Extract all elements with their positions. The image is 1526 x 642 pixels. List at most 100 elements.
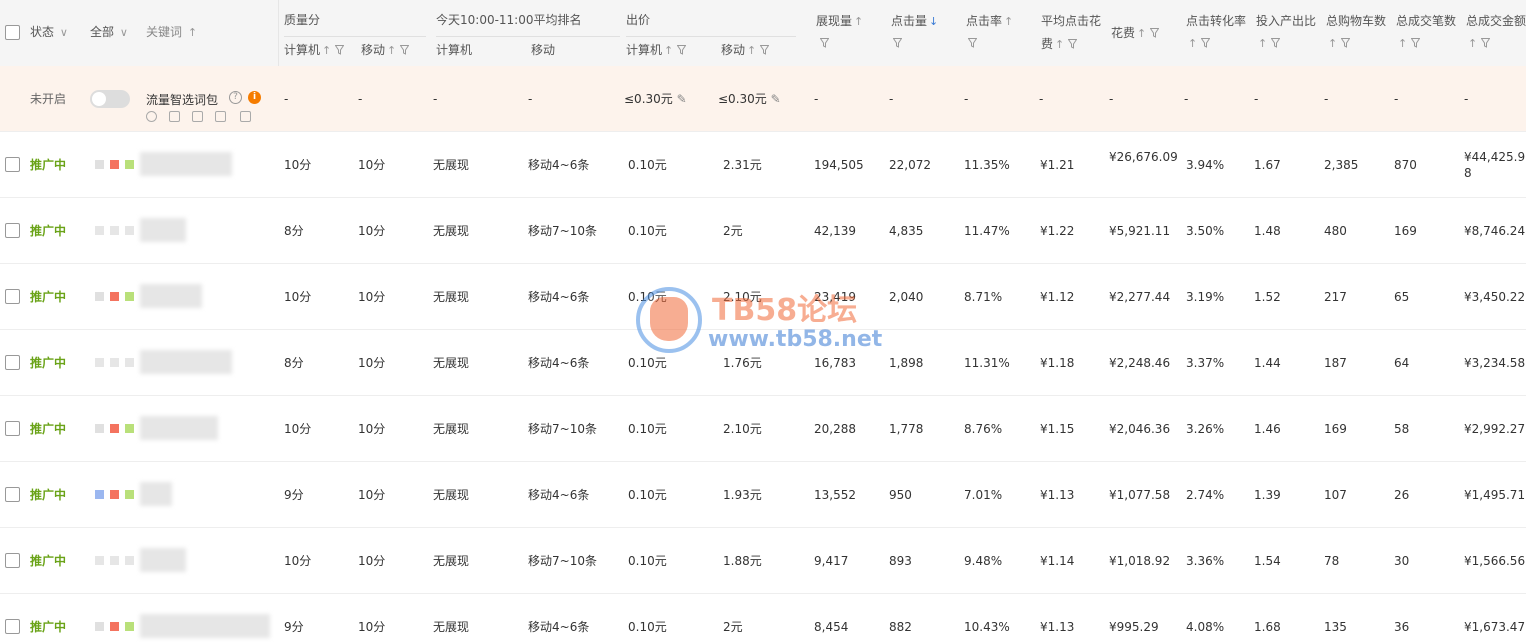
sort-up-icon[interactable]: ↑ bbox=[188, 26, 197, 39]
roi-controls[interactable]: ↑ bbox=[1256, 36, 1281, 50]
sort-down-icon[interactable]: ↓ bbox=[929, 15, 938, 28]
cart-controls[interactable]: ↑ bbox=[1326, 36, 1351, 50]
sort-up-icon[interactable]: ↑ bbox=[1137, 27, 1146, 40]
sort-up-icon[interactable]: ↑ bbox=[1398, 37, 1407, 50]
keyword-text-redacted[interactable] bbox=[140, 548, 186, 572]
row-checkbox[interactable] bbox=[5, 157, 20, 172]
sort-up-icon[interactable]: ↑ bbox=[1258, 37, 1267, 50]
keyword-text-redacted[interactable] bbox=[140, 350, 232, 374]
sort-up-icon[interactable]: ↑ bbox=[387, 44, 396, 57]
quality-mobile-cell: 10分 bbox=[358, 158, 386, 172]
sort-up-icon[interactable]: ↑ bbox=[322, 44, 331, 57]
chart-icon[interactable] bbox=[192, 111, 203, 122]
filter-icon[interactable] bbox=[760, 45, 770, 55]
sort-up-icon[interactable]: ↑ bbox=[1055, 38, 1064, 51]
keyword-text-redacted[interactable] bbox=[140, 218, 186, 242]
row-checkbox[interactable] bbox=[5, 289, 20, 304]
table-row: 推广中 9分 10分 无展现 移动4~6条 0.10元 2元 8,454 882 10.43% ¥1… bbox=[0, 594, 1526, 642]
status-badge[interactable]: 推广中 bbox=[30, 330, 66, 396]
keyword-text-redacted[interactable] bbox=[140, 152, 232, 176]
clicks-header[interactable]: 点击量 ↓ bbox=[891, 12, 938, 29]
filter-icon[interactable] bbox=[677, 45, 687, 55]
status-filter[interactable]: 状态 ∨ bbox=[30, 23, 68, 40]
sort-up-icon[interactable]: ↑ bbox=[1328, 37, 1337, 50]
sort-up-icon[interactable]: ↑ bbox=[1188, 37, 1197, 50]
select-all-checkbox[interactable] bbox=[5, 25, 20, 40]
quality-pc-cell: 8分 bbox=[284, 356, 304, 370]
orders-cell: 65 bbox=[1394, 290, 1410, 304]
filter-icon[interactable] bbox=[400, 45, 410, 55]
status-badge[interactable]: 推广中 bbox=[30, 462, 66, 528]
info-icon[interactable]: i bbox=[248, 91, 261, 104]
table-row: 推广中 10分 10分 无展现 移动7~10条 0.10元 2.10元 20,288 1,778… bbox=[0, 396, 1526, 462]
impressions-label: 展现量 bbox=[816, 14, 853, 28]
quality-header-divider bbox=[284, 36, 426, 37]
ctr-cell: 11.35% bbox=[964, 158, 1010, 172]
impressions-filter[interactable] bbox=[816, 36, 829, 50]
status-badge[interactable]: 推广中 bbox=[30, 264, 66, 330]
bar-chart-icon[interactable] bbox=[215, 111, 226, 122]
filter-icon[interactable] bbox=[1201, 38, 1211, 48]
impressions-header[interactable]: 展现量 ↑ bbox=[816, 12, 863, 29]
sort-up-icon[interactable]: ↑ bbox=[854, 15, 863, 28]
summary-bid-mobile[interactable]: ≤0.30元 ✎ bbox=[718, 66, 781, 132]
status-badge[interactable]: 推广中 bbox=[30, 594, 66, 642]
wrench-icon[interactable] bbox=[169, 111, 180, 122]
row-checkbox[interactable] bbox=[5, 619, 20, 634]
settings-icon[interactable] bbox=[146, 111, 157, 122]
filter-icon[interactable] bbox=[893, 38, 902, 48]
gmv-controls[interactable]: ↑ bbox=[1466, 36, 1491, 50]
row-checkbox[interactable] bbox=[5, 223, 20, 238]
filter-icon[interactable] bbox=[1341, 38, 1351, 48]
filter-icon[interactable] bbox=[1068, 39, 1078, 49]
row-checkbox[interactable] bbox=[5, 553, 20, 568]
keyword-text-redacted[interactable] bbox=[140, 284, 202, 308]
edit-icon[interactable]: ✎ bbox=[673, 92, 687, 106]
quality-mobile-header[interactable]: 移动 ↑ bbox=[361, 41, 410, 58]
filter-icon[interactable] bbox=[820, 38, 829, 48]
impressions-cell: 42,139 bbox=[814, 224, 856, 238]
row-checkbox[interactable] bbox=[5, 355, 20, 370]
keyword-tag-dot bbox=[95, 160, 104, 169]
sort-up-icon[interactable]: ↑ bbox=[664, 44, 673, 57]
quality-pc-header[interactable]: 计算机 ↑ bbox=[284, 41, 345, 58]
keyword-header[interactable]: 关键词 ↑ bbox=[146, 23, 197, 40]
clicks-filter[interactable] bbox=[889, 36, 902, 50]
filter-icon[interactable] bbox=[968, 38, 977, 48]
status-badge[interactable]: 推广中 bbox=[30, 198, 66, 264]
sort-up-icon[interactable]: ↑ bbox=[1468, 37, 1477, 50]
all-filter[interactable]: 全部 ∨ bbox=[90, 23, 128, 40]
bid-pc-header[interactable]: 计算机 ↑ bbox=[626, 41, 687, 58]
sort-up-icon[interactable]: ↑ bbox=[1004, 15, 1013, 28]
row-checkbox[interactable] bbox=[5, 487, 20, 502]
avg-cpc-cell: ¥1.13 bbox=[1040, 620, 1075, 634]
filter-icon[interactable] bbox=[1271, 38, 1281, 48]
ctr-cell: 11.31% bbox=[964, 356, 1010, 370]
summary-bid-pc[interactable]: ≤0.30元 ✎ bbox=[624, 66, 687, 132]
filter-icon[interactable] bbox=[1150, 28, 1160, 38]
filter-icon[interactable] bbox=[1481, 38, 1491, 48]
filter-icon[interactable] bbox=[1411, 38, 1421, 48]
avg-cpc-cell: ¥1.13 bbox=[1040, 488, 1075, 502]
status-badge[interactable]: 推广中 bbox=[30, 528, 66, 594]
keyword-text-redacted[interactable] bbox=[140, 482, 172, 506]
cvr-controls[interactable]: ↑ bbox=[1186, 36, 1211, 50]
smart-package-toggle[interactable] bbox=[90, 90, 130, 108]
sort-up-icon[interactable]: ↑ bbox=[747, 44, 756, 57]
help-icon[interactable]: ? bbox=[229, 91, 242, 104]
status-badge[interactable]: 推广中 bbox=[30, 396, 66, 462]
keyword-text-redacted[interactable] bbox=[140, 614, 270, 638]
bid-mobile-header[interactable]: 移动 ↑ bbox=[721, 41, 770, 58]
ctr-filter[interactable] bbox=[964, 36, 977, 50]
clicks-label: 点击量 bbox=[891, 14, 928, 28]
orders-controls[interactable]: ↑ bbox=[1396, 36, 1421, 50]
spend-header[interactable]: 花费 ↑ bbox=[1111, 24, 1160, 41]
row-checkbox[interactable] bbox=[5, 421, 20, 436]
clipboard-icon[interactable] bbox=[240, 111, 251, 122]
ctr-header[interactable]: 点击率 ↑ bbox=[966, 12, 1013, 29]
filter-icon[interactable] bbox=[335, 45, 345, 55]
status-badge[interactable]: 推广中 bbox=[30, 132, 66, 198]
avg-cpc-header-line2[interactable]: 费 ↑ bbox=[1041, 35, 1078, 52]
edit-icon[interactable]: ✎ bbox=[767, 92, 781, 106]
keyword-text-redacted[interactable] bbox=[140, 416, 218, 440]
